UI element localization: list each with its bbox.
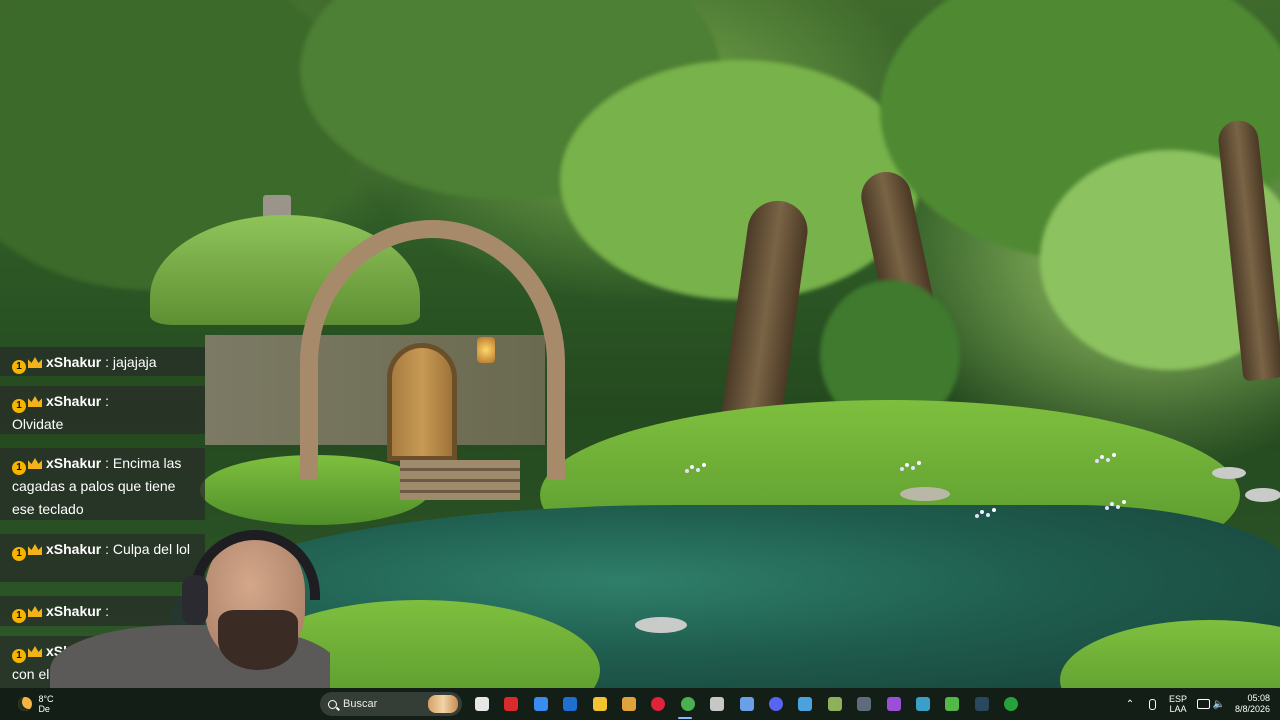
store-icon-glyph xyxy=(534,697,548,711)
redapp-icon[interactable] xyxy=(499,692,523,716)
chat-message: 1 xShakur : Encima las cagadas a palos qu… xyxy=(0,448,205,520)
chat-message: 1 xShakur : Olvidate xyxy=(0,386,205,434)
flowers xyxy=(905,463,909,467)
sub-badge-icon: 1 xyxy=(12,547,26,561)
weather-widget[interactable]: 8°C De xyxy=(6,692,66,716)
podcast-icon[interactable] xyxy=(882,692,906,716)
flowers xyxy=(1110,502,1114,506)
outlook-icon-glyph xyxy=(563,697,577,711)
redapp-icon-glyph xyxy=(504,697,518,711)
gpu-icon-glyph xyxy=(828,697,842,711)
sub-badge-icon: 1 xyxy=(12,609,26,623)
editor-icon-glyph xyxy=(622,697,636,711)
chat-separator: : xyxy=(101,393,110,409)
discord-icon[interactable] xyxy=(764,692,788,716)
photos-icon[interactable] xyxy=(793,692,817,716)
flowers xyxy=(1100,455,1104,459)
flowers xyxy=(980,510,984,514)
notepad-icon[interactable] xyxy=(735,692,759,716)
wooden-steps xyxy=(400,460,520,500)
system-clock[interactable]: 05:08 8/8/2026 xyxy=(1228,692,1270,716)
weather-desc: De xyxy=(38,704,50,714)
discord-icon-glyph xyxy=(769,697,783,711)
gpu-icon[interactable] xyxy=(823,692,847,716)
xbox-icon-glyph xyxy=(1004,697,1018,711)
settings-icon[interactable] xyxy=(705,692,729,716)
search-icon xyxy=(328,699,337,709)
steam-icon-glyph xyxy=(975,697,989,711)
chat-text: jajajaja xyxy=(112,354,157,370)
weather-temp: 8°C xyxy=(38,694,54,704)
crown-icon xyxy=(28,458,42,469)
flowers xyxy=(690,465,694,469)
language-top: ESP xyxy=(1168,694,1187,704)
terminal-icon-glyph xyxy=(857,697,871,711)
chat-username: xShakur xyxy=(46,455,102,471)
steam-icon[interactable] xyxy=(970,692,994,716)
show-hidden-icons-button[interactable]: ⌃ xyxy=(1122,692,1138,716)
outlook-icon[interactable] xyxy=(558,692,582,716)
file-explorer-icon-glyph xyxy=(593,697,607,711)
sub-badge-icon: 1 xyxy=(12,399,26,413)
chat-text: Olvidate xyxy=(12,416,64,432)
clock-date: 8/8/2026 xyxy=(1234,704,1270,714)
taskbar-search[interactable]: Buscar xyxy=(320,692,462,716)
search-highlight-icon xyxy=(428,695,458,713)
chat-username: xShakur xyxy=(46,354,102,370)
headset-earcup xyxy=(182,575,208,625)
volume-icon[interactable]: 🔈 xyxy=(1212,692,1226,716)
language-bottom: LAA xyxy=(1169,704,1187,714)
editor-icon[interactable] xyxy=(617,692,641,716)
chrome-icon[interactable] xyxy=(676,692,700,716)
notepad-icon-glyph xyxy=(740,697,754,711)
photos-icon-glyph xyxy=(798,697,812,711)
crown-icon xyxy=(28,357,42,368)
terminal-icon[interactable] xyxy=(852,692,876,716)
network-icon[interactable] xyxy=(1195,692,1211,716)
sub-badge-icon: 1 xyxy=(12,461,26,475)
chat-separator: : xyxy=(101,455,113,471)
microphone-icon[interactable] xyxy=(1144,692,1160,716)
river-stone xyxy=(900,487,950,501)
chrome-icon-glyph xyxy=(681,697,695,711)
android-icon[interactable] xyxy=(940,692,964,716)
media-player-icon-glyph xyxy=(651,697,665,711)
moon-icon xyxy=(18,697,33,711)
windows-taskbar: 8°C De Buscar ⌃ ESP LAA 🔈 05:08 8/8/2026 xyxy=(0,688,1280,720)
podcast-icon-glyph xyxy=(887,697,901,711)
chat-message: 1 xShakur : jajajaja xyxy=(0,347,205,376)
chat-username: xShakur xyxy=(46,393,102,409)
language-indicator[interactable]: ESP LAA xyxy=(1165,692,1191,716)
task-view-icon[interactable] xyxy=(470,692,494,716)
chat-separator: : xyxy=(101,354,113,370)
store-icon[interactable] xyxy=(529,692,553,716)
headset-icon xyxy=(190,530,320,600)
river-stone xyxy=(1245,488,1280,502)
sub-badge-icon: 1 xyxy=(12,360,26,374)
river-stone xyxy=(635,617,687,633)
round-door xyxy=(387,343,457,461)
clock-time: 05:08 xyxy=(1247,693,1270,703)
file-explorer-icon[interactable] xyxy=(588,692,612,716)
sub-badge-icon: 1 xyxy=(12,649,26,663)
settings-icon-glyph xyxy=(710,697,724,711)
search-placeholder: Buscar xyxy=(343,698,378,710)
lantern xyxy=(477,337,495,363)
river-stone xyxy=(1212,467,1246,479)
webcam-overlay xyxy=(40,530,330,688)
vpn-icon-glyph xyxy=(916,697,930,711)
android-icon-glyph xyxy=(945,697,959,711)
active-app-indicator xyxy=(678,717,692,719)
media-player-icon[interactable] xyxy=(646,692,670,716)
streamer-beard xyxy=(218,610,298,670)
vpn-icon[interactable] xyxy=(911,692,935,716)
crown-icon xyxy=(28,396,42,407)
xbox-icon[interactable] xyxy=(999,692,1023,716)
task-view-icon-glyph xyxy=(475,697,489,711)
